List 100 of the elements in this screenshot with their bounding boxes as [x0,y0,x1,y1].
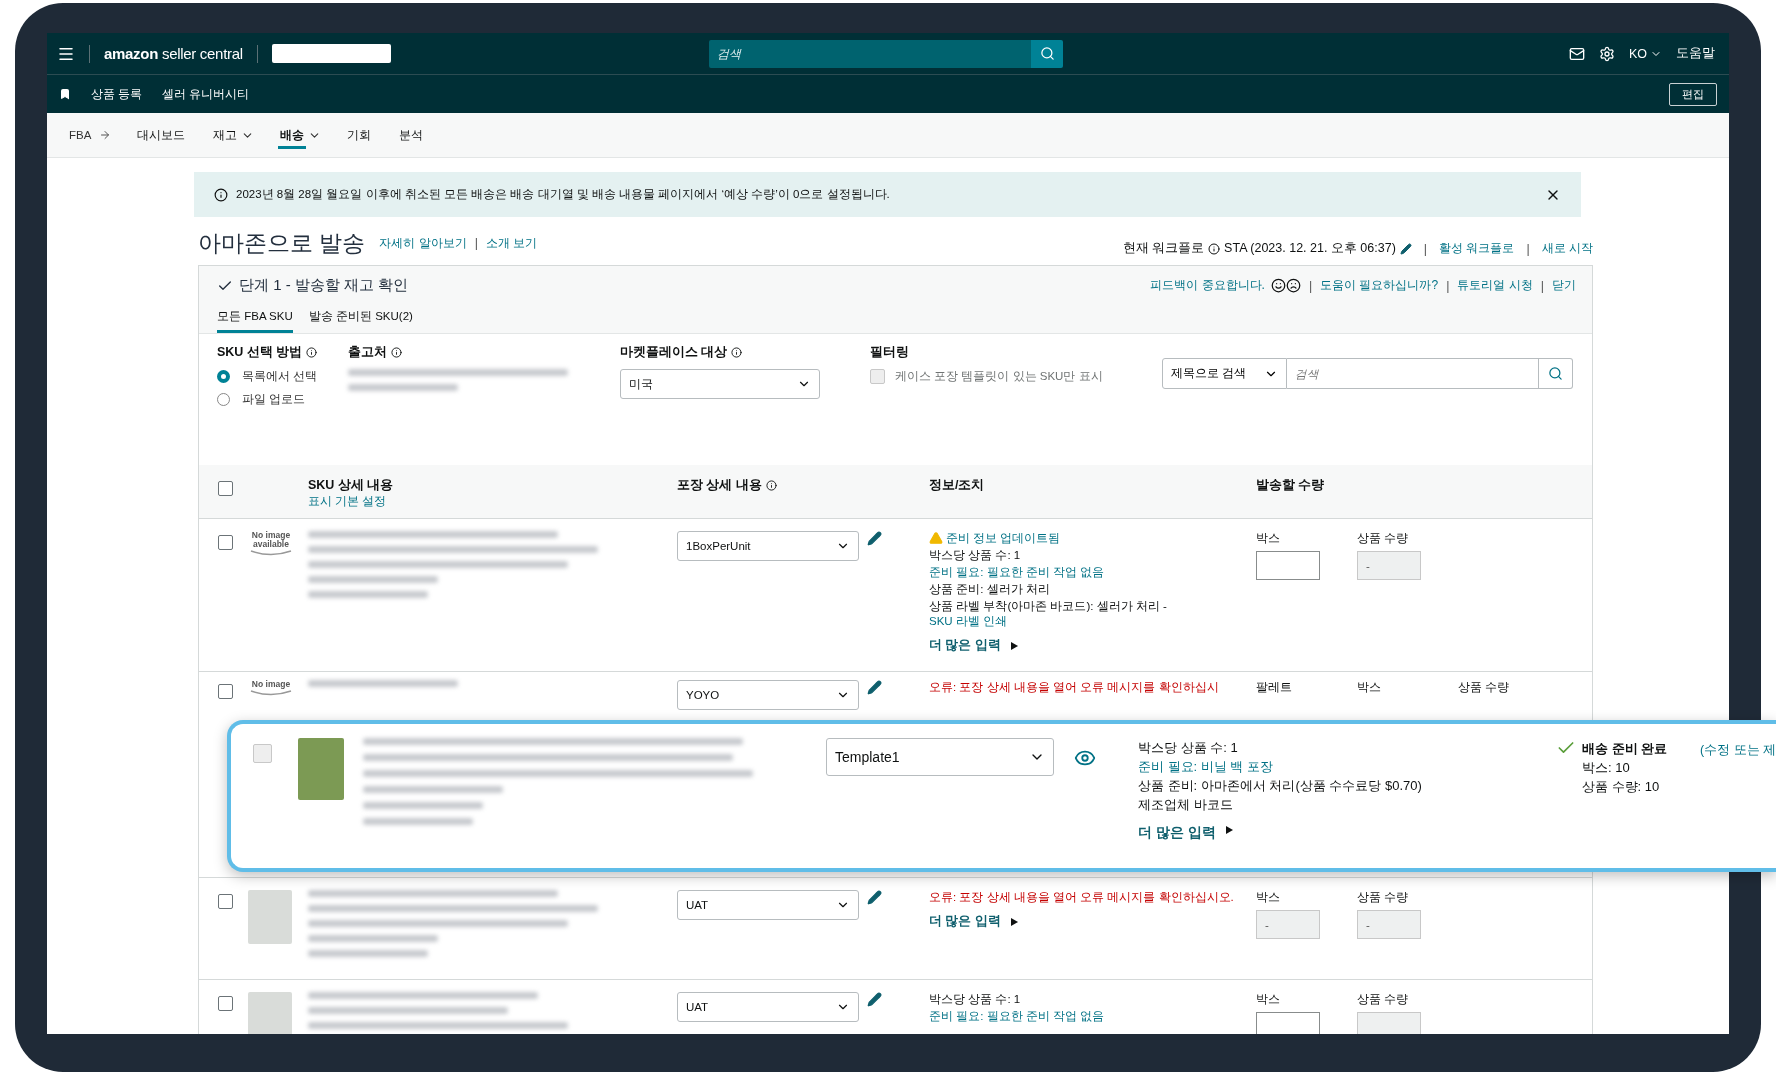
search-icon [1548,366,1563,381]
pencil-icon[interactable] [867,680,882,695]
quantity-field[interactable] [1256,551,1320,580]
nav-tab[interactable]: 기회 [345,121,374,149]
info-text: 박스당 상품 수: 1 [929,548,1021,563]
header-link[interactable]: 소개 보기 [486,234,538,252]
row-checkbox[interactable] [218,894,233,909]
packing-dropdown[interactable]: 1BoxPerUnit [677,531,859,561]
quantity-field[interactable] [1256,1012,1320,1034]
info-text: 상품 라벨 부착(아마존 바코드): 셀러가 처리 - SKU 라벨 인쇄 [929,599,1168,629]
sku-search-field[interactable]: 검색 [1287,358,1539,389]
workflow-link[interactable]: 새로 시작 [1541,240,1593,257]
curve-icon [250,690,292,696]
sku-tab[interactable]: 발송 준비된 SKU(2) [308,303,413,333]
separator: | [1307,278,1314,293]
row-checkbox[interactable] [218,684,233,699]
marketplace-dropdown[interactable]: 미국 [620,369,820,399]
pencil-icon[interactable] [867,531,882,546]
arrow-right-icon [99,129,112,141]
column-header: SKU 상세 내용 [308,477,394,494]
search-field[interactable]: 검색 [709,39,1031,68]
no-image-text: No image available [250,531,292,549]
more-input-link[interactable]: 더 많은 입력 [929,914,1001,929]
separator: | [1445,278,1451,293]
banner-text: 2023년 8월 28일 월요일 이후에 취소된 모든 배송은 배송 대기열 및 배송 내용물 페이지에서 ‘예상 수량’이 0으로 설정됩니다. [236,187,891,202]
row-checkbox[interactable] [218,535,233,550]
nav-tab[interactable]: 분석 [397,121,426,149]
step-link[interactable]: 튜토리얼 시청 [1457,277,1533,294]
language-selector[interactable]: KO [1628,46,1647,61]
edit-button[interactable]: 편집 [1669,82,1717,106]
separator: | [473,236,479,250]
packing-dropdown[interactable]: YOYO [677,680,859,710]
column-header: 포장 상세 내용 [677,477,762,494]
workflow-value: STA (2023. 12. 21. 오후 06:37) [1224,240,1396,257]
step-link[interactable]: 도움이 필요하십니까? [1320,277,1439,294]
status-detail: 박스: 10 [1581,759,1631,777]
header-link[interactable]: 자세히 알아보기 [379,234,467,252]
feedback-link[interactable]: 피드백이 중요합니다. [1150,277,1265,294]
workflow-link[interactable]: 활성 워크플로 [1439,240,1515,257]
row-checkbox[interactable] [218,996,233,1011]
status-title: 배송 준비 완료 [1582,739,1668,758]
step-title: 단계 1 - 발송할 재고 확인 [239,276,409,295]
column-header: 발송할 수량 [1256,478,1325,492]
smile-icon[interactable] [1270,278,1286,293]
search-button[interactable] [1031,39,1063,68]
info-icon [214,187,228,202]
help-link[interactable]: 도움말 [1676,45,1715,62]
radio-label: 목록에서 선택 [242,369,318,384]
field-label: SKU 선택 방법 [217,344,303,361]
curve-icon [250,550,292,556]
play-triangle-icon[interactable] [1010,917,1018,926]
frown-icon[interactable] [1285,278,1301,293]
info-text: 박스당 상품 수: 1 [1138,739,1238,757]
settings-icon[interactable] [1598,45,1615,62]
pencil-icon[interactable] [1399,242,1412,255]
display-settings-link[interactable]: 표시 기본 설정 [308,494,387,509]
separator: | [1422,241,1429,256]
column-header: 정보/조치 [929,478,985,492]
packing-dropdown[interactable]: UAT [677,992,859,1022]
breadcrumb-root[interactable]: FBA [69,129,92,141]
no-image-text: No image [251,680,291,689]
checkbox-label: 케이스 포장 템플릿이 있는 SKU만 표시 [895,369,1103,384]
book-cover-placeholder [298,738,344,800]
sku-tab[interactable]: 모든 FBA SKU [217,303,293,333]
mail-icon[interactable] [1568,45,1585,62]
label-print-link[interactable]: SKU 라벨 인쇄 [929,615,1008,627]
pencil-icon[interactable] [867,992,882,1007]
info-text: 제조업체 바코드 [1138,796,1233,814]
nav-tab[interactable]: 배송 [278,121,307,149]
status-detail: 상품 수량: 10 [1581,778,1661,796]
step-link[interactable]: 닫기 [1552,277,1576,294]
quantity-label: 팔레트 [1256,680,1293,695]
seller-central-logo[interactable]: amazon seller central [104,46,243,61]
packing-dropdown[interactable]: UAT [677,890,859,920]
play-triangle-icon[interactable] [1010,641,1018,650]
quantity-label: 상품 수량 [1357,890,1410,905]
nav-tab[interactable]: 대시보드 [135,121,188,149]
radio-button[interactable] [217,370,230,383]
bookmark-icon[interactable] [59,88,71,100]
search-icon [1039,46,1055,61]
field-label: 필터링 [870,344,910,361]
shortcut-link[interactable]: 상품 등록 [91,86,143,102]
quantity-label: 상품 수량 [1458,680,1511,695]
quantity-label: 박스 [1357,680,1382,695]
quantity-label: 박스 [1256,890,1281,905]
field-label: 출고처 [348,344,387,361]
pencil-icon[interactable] [867,890,882,905]
info-icon [306,347,318,358]
more-input-link[interactable]: 더 많은 입력 [929,638,1001,653]
info-link[interactable]: 준비 필요: 필요한 준비 작업 없음 [929,565,1105,580]
nav-tab[interactable]: 재고 [211,121,240,149]
select-all-checkbox[interactable] [218,481,233,496]
workflow-label: 현재 워크플로 [1122,240,1205,257]
quantity-label: 상품 수량 [1357,531,1410,546]
search-mode-dropdown[interactable]: 제목으로 검색 [1162,358,1287,389]
warning-icon [929,531,943,545]
warning-link[interactable]: 준비 정보 업데이트됨 [946,531,1061,546]
play-triangle-icon[interactable] [1225,826,1233,834]
shortcut-link[interactable]: 셀러 유니버시티 [162,86,250,102]
info-link[interactable]: 준비 필요: 필요한 준비 작업 없음 [929,1009,1105,1024]
